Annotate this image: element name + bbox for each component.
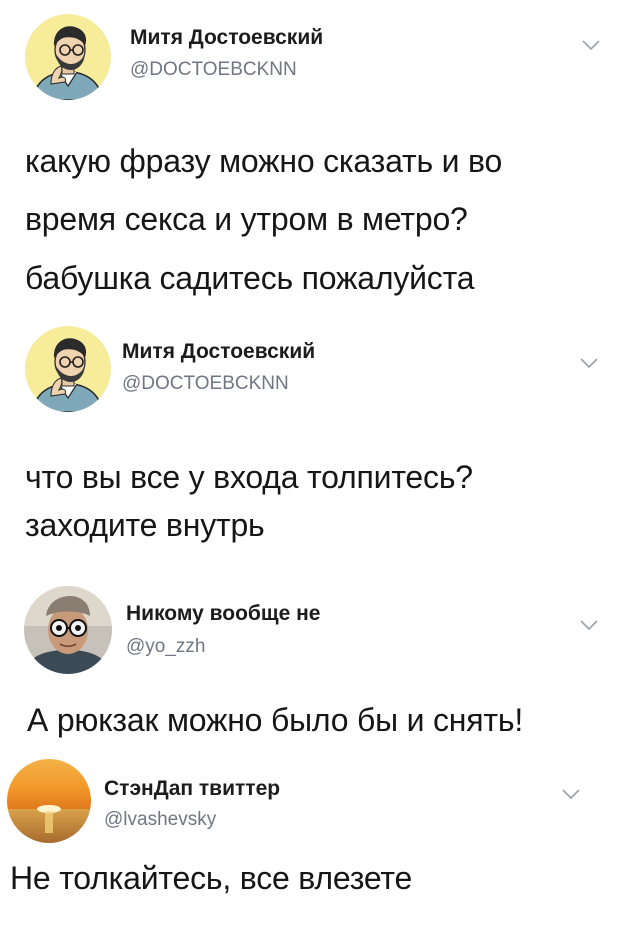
author-name[interactable]: Митя Достоевский [122,340,315,364]
author-name[interactable]: Никому вообще не [126,602,321,626]
tweet-4: СтэнДап твиттер @lvashevsky Не толкайтес… [0,755,640,947]
sunset-avatar[interactable] [7,759,91,843]
illustrated-man-avatar[interactable] [25,14,111,100]
chevron-down-icon[interactable] [578,618,600,632]
author-handle[interactable]: @lvashevsky [104,809,216,831]
tweet-1: Митя Достоевский @DOCTOEBCKNN какую фраз… [0,0,640,320]
tweet-text-line: Не толкайтесь, все влезете [10,860,413,896]
chevron-down-icon[interactable] [560,787,582,801]
tweet-text-line: заходите внутрь [25,507,265,543]
author-handle[interactable]: @DOCTOEBCKNN [130,59,297,81]
chevron-down-icon[interactable] [580,38,602,52]
author-name[interactable]: Митя Достоевский [130,26,323,50]
tweet-2: Митя Достоевский @DOCTOEBCKNN что вы все… [0,320,640,560]
tweet-text-line: что вы все у входа толпитесь? [25,459,473,495]
chevron-down-icon[interactable] [578,356,600,370]
tweet-text-line: А рюкзак можно было бы и снять! [27,702,524,738]
tweet-text-line: бабушка садитесь пожалуйста [25,260,475,296]
illustrated-man-avatar[interactable] [25,326,111,412]
author-handle[interactable]: @yo_zzh [126,636,206,658]
tweet-text-line: время секса и утром в метро? [25,201,468,237]
man-with-glasses-avatar[interactable] [24,586,112,674]
tweet-text-line: какую фразу можно сказать и во [25,143,503,179]
author-handle[interactable]: @DOCTOEBCKNN [122,373,289,395]
tweet-3: Никому вообще не @yo_zzh А рюкзак можно … [0,580,640,750]
author-name[interactable]: СтэнДап твиттер [104,777,280,801]
